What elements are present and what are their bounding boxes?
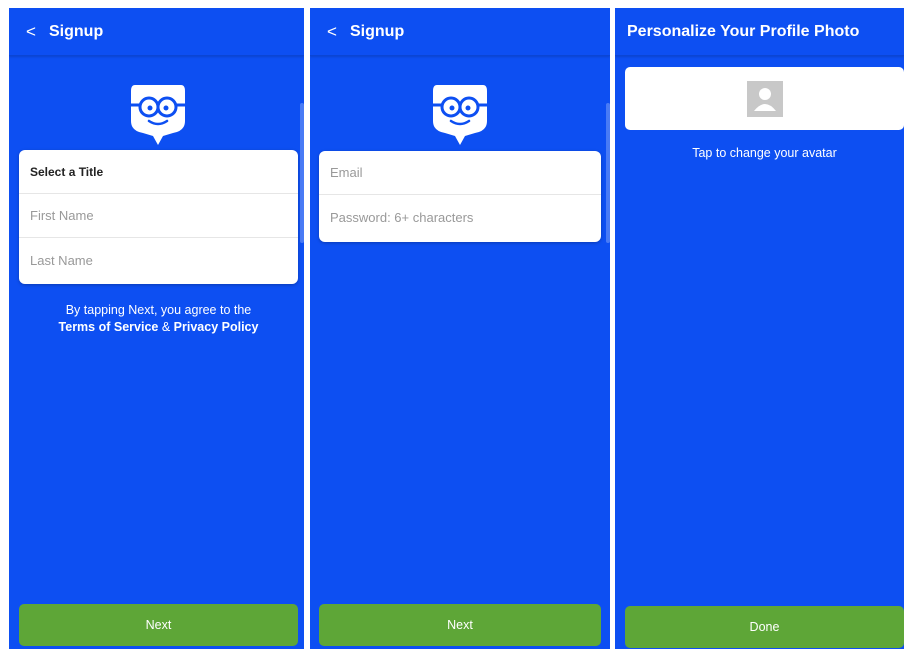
terms-agreement: By tapping Next, you agree to the Terms … bbox=[19, 302, 298, 336]
mascot-logo-icon bbox=[131, 85, 185, 145]
agreement-text: By tapping Next, you agree to the bbox=[65, 303, 252, 317]
password-input[interactable]: Password: 6+ characters bbox=[319, 195, 601, 239]
profile-photo-screen: Personalize Your Profile Photo Tap to ch… bbox=[615, 8, 904, 649]
page-title: Personalize Your Profile Photo bbox=[627, 22, 860, 40]
ampersand: & bbox=[161, 320, 171, 334]
credentials-form-card: Email Password: 6+ characters bbox=[319, 151, 601, 242]
privacy-policy-link[interactable]: Privacy Policy bbox=[174, 320, 259, 334]
name-form-card: Select a Title First Name Last Name bbox=[19, 150, 298, 284]
next-button[interactable]: Next bbox=[19, 604, 298, 646]
last-name-input[interactable]: Last Name bbox=[19, 238, 298, 282]
terms-of-service-link[interactable]: Terms of Service bbox=[59, 320, 159, 334]
scroll-indicator bbox=[606, 103, 610, 243]
next-button[interactable]: Next bbox=[319, 604, 601, 646]
default-avatar-icon bbox=[746, 80, 783, 117]
done-button[interactable]: Done bbox=[625, 606, 904, 648]
page-title: Signup bbox=[350, 22, 405, 40]
mascot-logo-icon bbox=[433, 85, 487, 145]
back-chevron-icon[interactable]: < bbox=[13, 22, 49, 42]
first-name-input[interactable]: First Name bbox=[19, 194, 298, 238]
avatar-picker[interactable] bbox=[625, 67, 904, 130]
back-chevron-icon[interactable]: < bbox=[314, 22, 350, 42]
email-input[interactable]: Email bbox=[319, 151, 601, 195]
avatar-hint[interactable]: Tap to change your avatar bbox=[625, 146, 904, 160]
signup-name-screen: < Signup Select a Title First Name Last … bbox=[9, 8, 304, 649]
app-header: Personalize Your Profile Photo bbox=[615, 8, 904, 56]
app-header: < Signup bbox=[310, 8, 610, 56]
title-select[interactable]: Select a Title bbox=[19, 150, 298, 194]
signup-credentials-screen: < Signup Email Password: 6+ characters N… bbox=[310, 8, 610, 649]
app-header: < Signup bbox=[9, 8, 304, 56]
scroll-indicator bbox=[300, 103, 304, 243]
page-title: Signup bbox=[49, 22, 104, 40]
